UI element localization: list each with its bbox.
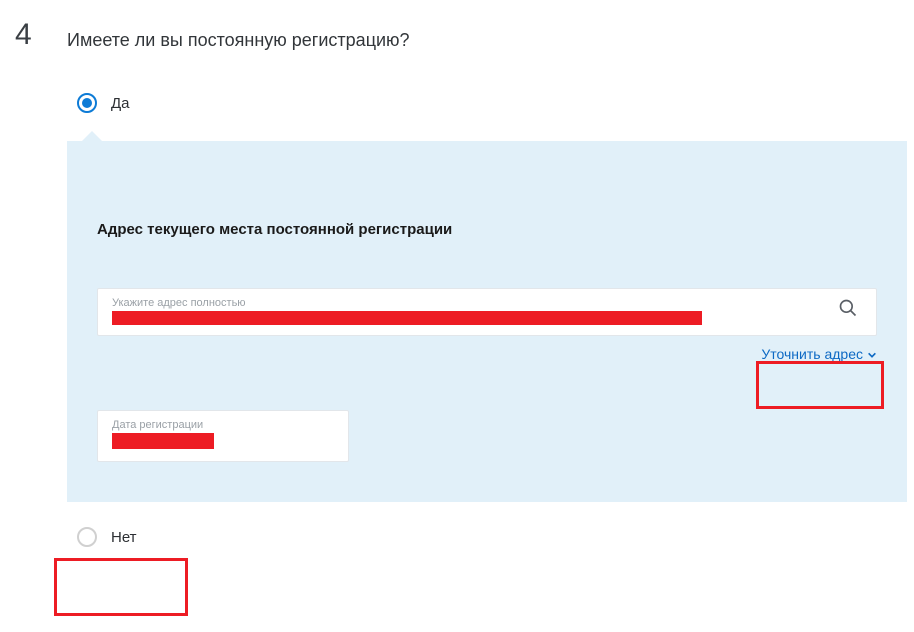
registration-date-input[interactable]: Дата регистрации (97, 410, 349, 462)
radio-label-no: Нет (111, 529, 137, 546)
date-floating-label: Дата регистрации (112, 419, 334, 431)
step-number: 4 (15, 18, 32, 52)
radio-label-yes: Да (111, 95, 130, 112)
refine-address-link[interactable]: Уточнить адрес (761, 344, 877, 365)
radio-option-yes[interactable]: Да (77, 93, 899, 113)
no-option-wrap: Нет (67, 527, 899, 547)
panel-heading: Адрес текущего места постоянной регистра… (97, 221, 877, 238)
address-input[interactable]: Укажите адрес полностью (97, 288, 877, 336)
radio-option-no[interactable]: Нет (77, 527, 899, 547)
refine-wrap: Уточнить адрес (97, 344, 877, 365)
date-redacted-value (112, 433, 214, 449)
radio-indicator-selected (77, 93, 97, 113)
address-field-inner: Укажите адрес полностью (112, 297, 828, 325)
radio-indicator-unselected (77, 527, 97, 547)
step-title: Имеете ли вы постоянную регистрацию? (67, 20, 899, 51)
refine-link-text: Уточнить адрес (761, 346, 863, 363)
form-step: 4 Имеете ли вы постоянную регистрацию? Д… (0, 0, 914, 547)
annotation-highlight-no (54, 558, 188, 616)
chevron-down-icon (867, 350, 877, 360)
panel-pointer (82, 131, 102, 141)
address-redacted-value (112, 311, 702, 325)
address-floating-label: Укажите адрес полностью (112, 297, 828, 309)
radio-dot (82, 98, 92, 108)
registration-panel: Адрес текущего места постоянной регистра… (67, 141, 907, 502)
options-area: Да Адрес текущего места постоянной регис… (67, 93, 899, 502)
search-icon[interactable] (838, 298, 862, 325)
